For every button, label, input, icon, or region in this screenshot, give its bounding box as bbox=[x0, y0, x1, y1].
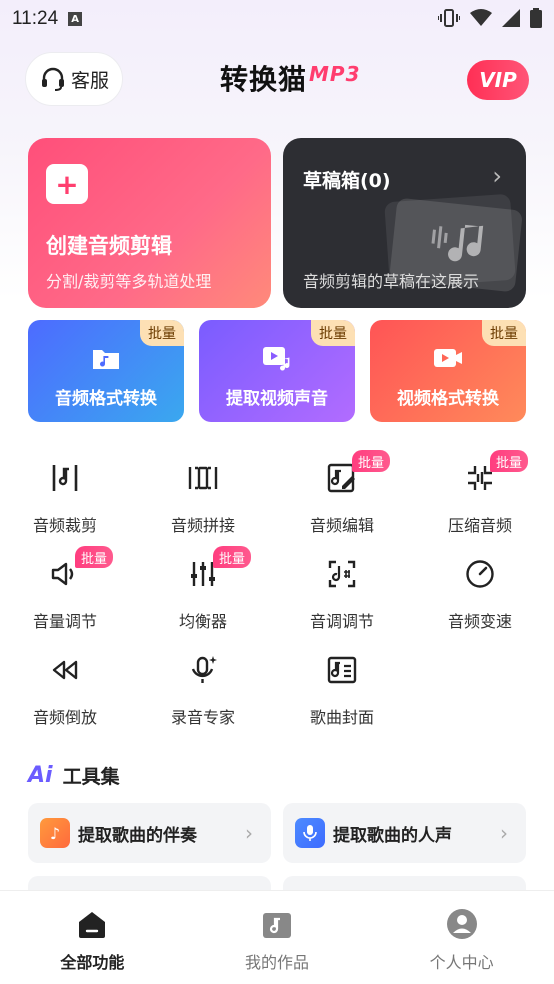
create-audio-edit-card[interactable]: + 创建音频剪辑 分割/裁剪等多轨道处理 bbox=[28, 138, 271, 308]
drafts-subtitle: 音频剪辑的草稿在这展示 bbox=[303, 272, 480, 291]
microphone-icon bbox=[295, 818, 325, 848]
tool-label: 音频拼接 bbox=[170, 516, 235, 535]
headset-icon bbox=[41, 67, 64, 91]
audio-format-convert-card[interactable]: 批量 音频格式转换 bbox=[28, 320, 184, 422]
tool-audio-join[interactable]: 音频拼接 bbox=[138, 462, 268, 552]
extract-accompaniment-card[interactable]: ♪ 提取歌曲的伴奏 › bbox=[28, 803, 271, 863]
drafts-title: 草稿箱(0) bbox=[303, 170, 391, 192]
tool-pitch-adjust[interactable]: 音调调节 bbox=[277, 558, 407, 648]
signal-icon bbox=[502, 9, 520, 27]
audio-join-icon bbox=[188, 466, 218, 490]
tab-label: 我的作品 bbox=[245, 953, 310, 972]
rewind-icon bbox=[52, 660, 78, 680]
customer-service-label: 客服 bbox=[70, 69, 109, 92]
toolkit-section-title: Ai 工具集 bbox=[28, 762, 120, 789]
logo-suffix: MP3 bbox=[309, 62, 361, 86]
music-folder-icon bbox=[263, 913, 291, 938]
app-logo: 转换猫 MP3 bbox=[220, 58, 361, 98]
drafts-card[interactable]: 草稿箱(0) › 音频剪辑的草稿在这展示 bbox=[283, 138, 526, 308]
tool-label: 压缩音频 bbox=[447, 516, 512, 535]
audio-trim-icon bbox=[52, 465, 78, 491]
feature-label: 视频格式转换 bbox=[397, 389, 499, 409]
tool-compress-audio[interactable]: 批量 压缩音频 bbox=[415, 450, 545, 552]
batch-badge: 批量 bbox=[490, 450, 529, 472]
tab-my-works[interactable]: 我的作品 bbox=[185, 891, 370, 984]
batch-badge: 批量 bbox=[311, 320, 355, 346]
feature-label: 音频格式转换 bbox=[55, 389, 157, 409]
tool-recording-expert[interactable]: 录音专家 bbox=[138, 654, 268, 744]
batch-badge: 批量 bbox=[213, 546, 252, 568]
chevron-right-icon: › bbox=[245, 821, 253, 845]
tool-song-cover[interactable]: 歌曲封面 bbox=[277, 654, 407, 744]
tool-audio-speed[interactable]: 音频变速 bbox=[415, 558, 545, 648]
bottom-tab-bar: 全部功能 我的作品 个人中心 bbox=[0, 890, 554, 984]
toolkit-title: 工具集 bbox=[62, 766, 120, 788]
video-format-convert-card[interactable]: 批量 视频格式转换 bbox=[370, 320, 526, 422]
video-music-icon bbox=[263, 347, 290, 371]
batch-badge: 批量 bbox=[75, 546, 114, 568]
tool-label: 音量调节 bbox=[32, 612, 97, 631]
tool-audio-reverse[interactable]: 音频倒放 bbox=[0, 654, 130, 744]
batch-badge: 批量 bbox=[140, 320, 184, 346]
plus-icon: + bbox=[46, 164, 88, 204]
extract-video-audio-card[interactable]: 批量 提取视频声音 bbox=[199, 320, 355, 422]
microphone-icon bbox=[191, 656, 217, 683]
tool-audio-edit[interactable]: 批量 音频编辑 bbox=[277, 450, 407, 552]
extract-vocals-card[interactable]: 提取歌曲的人声 › bbox=[283, 803, 526, 863]
vip-button[interactable]: VIP bbox=[467, 60, 529, 100]
audio-folder-icon bbox=[93, 350, 119, 369]
batch-badge: 批量 bbox=[352, 450, 391, 472]
vibrate-icon bbox=[438, 9, 460, 27]
wifi-icon bbox=[470, 9, 492, 26]
tool-label: 音调调节 bbox=[309, 612, 374, 631]
create-card-title: 创建音频剪辑 bbox=[46, 234, 172, 258]
tool-volume-adjust[interactable]: 批量 音量调节 bbox=[0, 546, 130, 648]
tool-label: 音频编辑 bbox=[309, 516, 374, 535]
feature-label: 提取视频声音 bbox=[226, 389, 328, 409]
pitch-icon bbox=[328, 560, 356, 588]
chevron-right-icon: › bbox=[500, 821, 508, 845]
tool-card-label: 提取歌曲的人声 bbox=[333, 825, 452, 846]
user-icon bbox=[446, 909, 477, 939]
tool-label: 录音专家 bbox=[170, 708, 235, 727]
status-time: 11:24 bbox=[12, 8, 59, 29]
tab-personal-center[interactable]: 个人中心 bbox=[369, 891, 554, 984]
tool-label: 音频变速 bbox=[447, 612, 512, 631]
customer-service-button[interactable]: 客服 bbox=[25, 52, 123, 106]
tool-label: 音频裁剪 bbox=[32, 516, 97, 535]
tool-audio-trim[interactable]: 音频裁剪 bbox=[0, 462, 130, 552]
video-camera-icon bbox=[434, 349, 462, 367]
logo-text: 转换猫 bbox=[220, 63, 308, 96]
tab-label: 全部功能 bbox=[60, 953, 125, 972]
battery-icon bbox=[530, 8, 542, 28]
tool-label: 音频倒放 bbox=[32, 708, 97, 727]
status-bar: 11:24 A bbox=[0, 0, 554, 38]
chevron-right-icon: › bbox=[492, 162, 502, 190]
song-cover-icon bbox=[327, 656, 357, 684]
tool-equalizer[interactable]: 批量 均衡器 bbox=[138, 546, 268, 648]
tool-card-label: 提取歌曲的伴奏 bbox=[78, 825, 197, 846]
batch-badge: 批量 bbox=[482, 320, 526, 346]
music-note-icon: ♪ bbox=[40, 818, 70, 848]
tab-label: 个人中心 bbox=[429, 953, 494, 972]
tool-label: 均衡器 bbox=[178, 612, 227, 631]
tool-label: 歌曲封面 bbox=[309, 708, 374, 727]
tab-all-features[interactable]: 全部功能 bbox=[0, 891, 185, 984]
speedometer-icon bbox=[466, 560, 494, 588]
home-icon bbox=[79, 912, 106, 938]
app-header: 客服 转换猫 MP3 VIP bbox=[0, 52, 554, 108]
ai-sparkle-icon: Ai bbox=[28, 763, 53, 788]
create-card-subtitle: 分割/裁剪等多轨道处理 bbox=[46, 272, 212, 291]
status-icons bbox=[438, 8, 542, 28]
notification-a-icon: A bbox=[68, 12, 83, 26]
